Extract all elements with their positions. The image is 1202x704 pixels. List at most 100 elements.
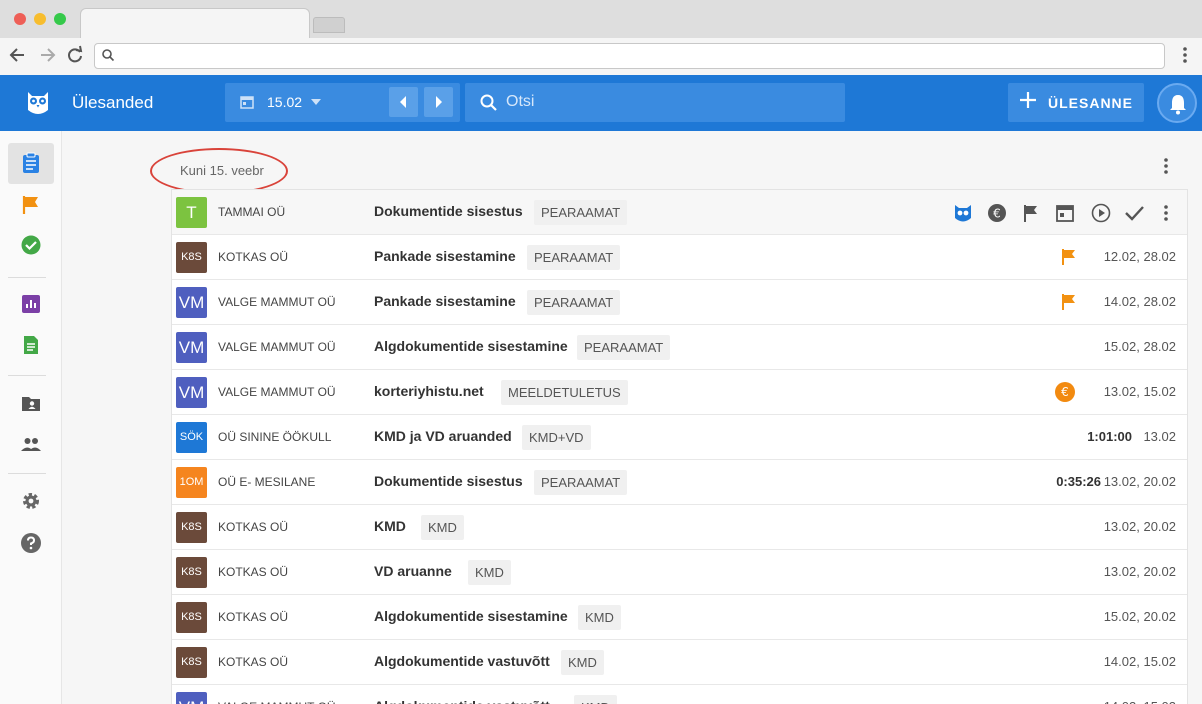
task-title[interactable]: Dokumentide sisestus [374, 473, 523, 489]
task-title[interactable]: Algdokumentide sisestamine [374, 608, 568, 624]
address-bar[interactable] [94, 43, 1165, 69]
task-tag: KMD [421, 515, 464, 540]
task-row[interactable]: K8S KOTKAS OÜ VD aruanne KMD 13.02, 20.02 [172, 550, 1187, 595]
calendar-icon [240, 96, 254, 109]
clipboard-icon[interactable] [20, 152, 42, 174]
company-name: OÜ E- MESILANE [218, 475, 316, 489]
gear-icon[interactable] [20, 490, 42, 512]
task-title[interactable]: Pankade sisestamine [374, 293, 516, 309]
task-row[interactable]: K8S KOTKAS OÜ Algdokumentide vastuvõtt KMD 1… [172, 640, 1187, 685]
flag-icon [1061, 248, 1077, 266]
next-date-button[interactable] [424, 87, 453, 117]
company-avatar: K8S [176, 557, 207, 588]
company-name: VALGE MAMMUT OÜ [218, 295, 336, 309]
previous-date-button[interactable] [389, 87, 418, 117]
company-avatar: VM [176, 287, 207, 318]
flag-icon[interactable] [1020, 202, 1042, 224]
owl-logo-icon[interactable] [24, 88, 52, 118]
company-avatar: K8S [176, 512, 207, 543]
task-tag: KMD [578, 605, 621, 630]
company-avatar: T [176, 197, 207, 228]
annotation-circle [150, 148, 288, 194]
check-circle-icon[interactable] [20, 234, 42, 256]
euro-icon: € [1055, 382, 1075, 402]
owl-avatar-icon[interactable] [952, 202, 974, 224]
task-tag: KMD [574, 695, 617, 704]
date-value: 15.02 [267, 94, 303, 110]
task-row[interactable]: SÖK OÜ SININE ÖÖKULL KMD ja VD aruanded KMD… [172, 415, 1187, 460]
plus-icon [1020, 92, 1036, 108]
task-tag: PEARAAMAT [534, 200, 628, 225]
task-row[interactable]: K8S KOTKAS OÜ Pankade sisestamine PEARAAMAT… [172, 235, 1187, 280]
task-row[interactable]: VM VALGE MAMMUT OÜ Algdokumentide vastuvõt… [172, 685, 1187, 704]
chevron-right-icon [436, 96, 442, 108]
task-title[interactable]: korteriyhistu.net [374, 383, 484, 399]
browser-chrome [0, 0, 1202, 75]
add-task-label: ÜLESANNE [1048, 95, 1134, 111]
company-avatar: SÖK [176, 422, 207, 453]
sidebar [0, 131, 62, 704]
task-timer: 1:01:00 [1087, 429, 1132, 444]
euro-icon[interactable]: € [986, 202, 1008, 224]
task-dates: 12.02, 28.02 [1103, 249, 1176, 264]
task-title[interactable]: Algdokumentide vastuvõtt [374, 698, 550, 704]
reload-icon[interactable] [65, 44, 85, 66]
task-row[interactable]: T TAMMAI OÜ Dokumentide sisestus PEARAAMAT € [172, 190, 1187, 235]
task-row[interactable]: 1OM OÜ E- MESILANE Dokumentide sisestus PEA… [172, 460, 1187, 505]
document-icon[interactable] [20, 334, 42, 356]
task-title[interactable]: Pankade sisestamine [374, 248, 516, 264]
play-icon[interactable] [1090, 202, 1112, 224]
task-tag: PEARAAMAT [577, 335, 671, 360]
search-icon [480, 94, 497, 111]
new-tab-button[interactable] [313, 17, 345, 33]
calendar-icon[interactable] [1054, 202, 1076, 224]
notifications-button[interactable] [1157, 83, 1197, 123]
task-row[interactable]: K8S KOTKAS OÜ Algdokumentide sisestamine KM… [172, 595, 1187, 640]
browser-tab-active[interactable] [80, 8, 310, 39]
task-title[interactable]: KMD ja VD aruanded [374, 428, 512, 444]
company-avatar: K8S [176, 602, 207, 633]
browser-menu-icon[interactable] [1178, 44, 1192, 66]
people-icon[interactable] [20, 433, 42, 455]
task-row[interactable]: VM VALGE MAMMUT OÜ korteriyhistu.net MEELDE… [172, 370, 1187, 415]
company-name: KOTKAS OÜ [218, 610, 289, 624]
task-tag: KMD [468, 560, 511, 585]
arrow-left-icon[interactable] [8, 44, 28, 66]
more-vertical-icon[interactable] [1155, 202, 1177, 224]
task-tag: KMD+VD [522, 425, 591, 450]
company-name: TAMMAI OÜ [218, 205, 286, 219]
task-dates: 13.02, 15.02 [1103, 384, 1176, 399]
task-dates: 14.02, 15.02 [1103, 654, 1176, 669]
task-dates: 15.02, 28.02 [1103, 339, 1176, 354]
arrow-right-icon[interactable] [37, 44, 57, 66]
maximize-window-button[interactable] [54, 13, 66, 25]
flag-icon[interactable] [20, 194, 42, 216]
company-name: OÜ SININE ÖÖKULL [218, 430, 332, 444]
task-title[interactable]: Algdokumentide vastuvõtt [374, 653, 550, 669]
task-title[interactable]: Algdokumentide sisestamine [374, 338, 568, 354]
app-title: Ülesanded [72, 93, 154, 112]
help-icon[interactable] [20, 532, 42, 554]
close-window-button[interactable] [14, 13, 26, 25]
task-row[interactable]: VM VALGE MAMMUT OÜ Pankade sisestamine PEAR… [172, 280, 1187, 325]
more-vertical-icon[interactable] [1159, 155, 1173, 177]
task-tag: MEELDETULETUS [501, 380, 628, 405]
task-row[interactable]: VM VALGE MAMMUT OÜ Algdokumentide sisestam… [172, 325, 1187, 370]
task-dates: 14.02, 28.02 [1103, 294, 1176, 309]
check-icon[interactable] [1123, 202, 1145, 224]
folder-user-icon[interactable] [20, 392, 42, 414]
task-dates: 15.02, 20.02 [1103, 609, 1176, 624]
task-dates: 13.02 [1143, 429, 1176, 444]
task-tag: PEARAAMAT [527, 245, 621, 270]
minimize-window-button[interactable] [34, 13, 46, 25]
task-dates: 13.02, 20.02 [1103, 474, 1176, 489]
search-placeholder: Otsi [506, 93, 535, 110]
chevron-down-icon [311, 99, 321, 105]
company-name: VALGE MAMMUT OÜ [218, 385, 336, 399]
task-title[interactable]: KMD [374, 518, 406, 534]
task-row[interactable]: K8S KOTKAS OÜ KMD KMD 13.02, 20.02 [172, 505, 1187, 550]
task-title[interactable]: VD aruanne [374, 563, 452, 579]
company-avatar: K8S [176, 242, 207, 273]
task-title[interactable]: Dokumentide sisestus [374, 203, 523, 219]
bar-chart-icon[interactable] [20, 293, 42, 315]
